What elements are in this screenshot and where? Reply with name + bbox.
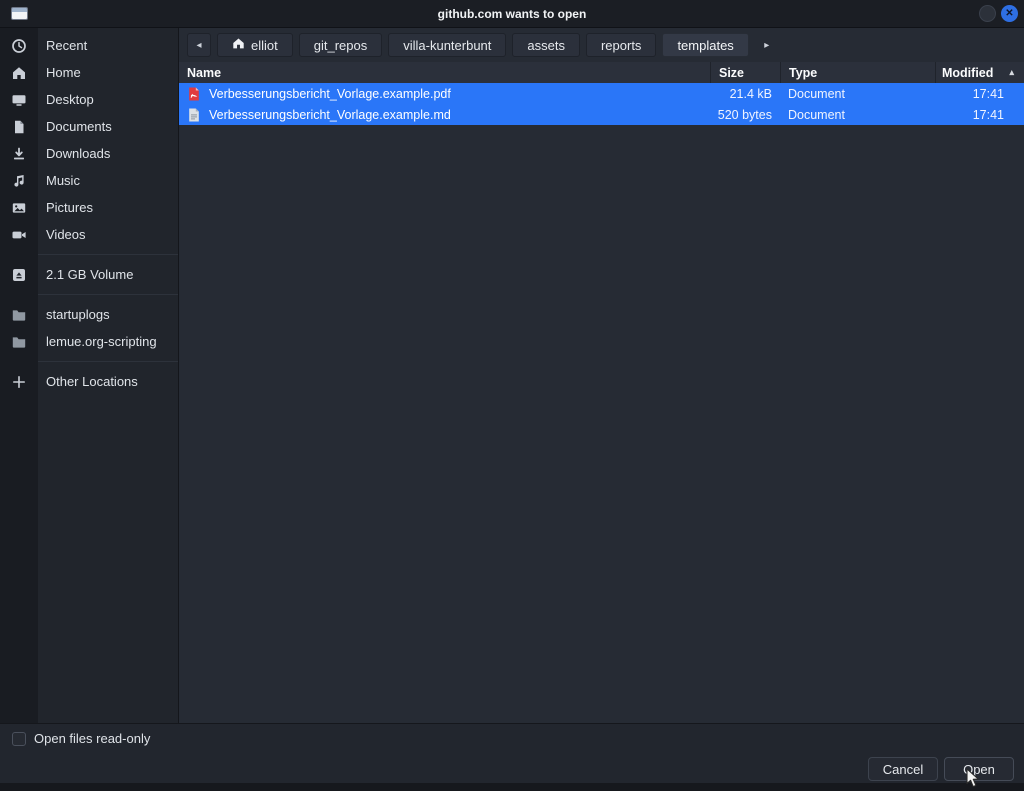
close-icon[interactable]: ✕ [1001, 5, 1018, 22]
sidebar-item-label: lemue.org-scripting [38, 334, 157, 349]
file-size: 520 bytes [710, 108, 780, 122]
path-nav-left-icon[interactable]: ◂ [187, 33, 211, 57]
path-nav-right-icon[interactable]: ▸ [755, 33, 779, 57]
sidebar-item-label: Videos [38, 227, 86, 242]
sidebar-item-other-locations[interactable]: Other Locations [0, 368, 178, 395]
sidebar-item-home[interactable]: Home [0, 59, 178, 86]
file-modified: 17:41 [935, 87, 1024, 101]
folder-icon [0, 307, 38, 323]
document-icon [0, 119, 38, 135]
file-browser: ◂ elliot git_repos villa-kunterbunt asse… [179, 28, 1024, 723]
sidebar-separator [38, 361, 178, 362]
file-type: Document [780, 87, 935, 101]
file-size: 21.4 kB [710, 87, 780, 101]
window-bottom-edge [0, 783, 1024, 791]
breadcrumb-label: assets [527, 38, 565, 53]
sidebar-separator [38, 294, 178, 295]
sidebar-item-recent[interactable]: Recent [0, 32, 178, 59]
sidebar-item-label: Recent [38, 38, 87, 53]
read-only-label: Open files read-only [34, 731, 150, 746]
sidebar-item-documents[interactable]: Documents [0, 113, 178, 140]
minimize-button[interactable] [979, 5, 996, 22]
breadcrumb-label: reports [601, 38, 641, 53]
sidebar-item-label: 2.1 GB Volume [38, 267, 133, 282]
sidebar-item-label: Documents [38, 119, 112, 134]
download-icon [0, 146, 38, 162]
breadcrumb-reports[interactable]: reports [586, 33, 656, 57]
read-only-option[interactable]: Open files read-only [12, 731, 150, 746]
breadcrumb-villa-kunterbunt[interactable]: villa-kunterbunt [388, 33, 506, 57]
breadcrumb-git-repos[interactable]: git_repos [299, 33, 382, 57]
path-bar: ◂ elliot git_repos villa-kunterbunt asse… [179, 28, 1024, 62]
breadcrumb-label: templates [677, 38, 733, 53]
sidebar-item-label: Desktop [38, 92, 94, 107]
file-name: Verbesserungsbericht_Vorlage.example.md [209, 108, 451, 122]
column-header-modified[interactable]: Modified ▴ [935, 62, 1024, 83]
plus-icon [0, 374, 38, 390]
sidebar-item-label: Home [38, 65, 81, 80]
pdf-file-icon [186, 86, 202, 102]
home-icon [232, 37, 245, 53]
sidebar-item-videos[interactable]: Videos [0, 221, 178, 248]
sidebar-item-pictures[interactable]: Pictures [0, 194, 178, 221]
sidebar-item-label: Other Locations [38, 374, 138, 389]
window-title: github.com wants to open [0, 7, 1024, 21]
sidebar-item-volume[interactable]: 2.1 GB Volume [0, 261, 178, 288]
titlebar: github.com wants to open ✕ [0, 0, 1024, 28]
places-sidebar: Recent Home Desktop Documents [0, 28, 179, 723]
sidebar-item-label: startuplogs [38, 307, 110, 322]
file-modified: 17:41 [935, 108, 1024, 122]
cancel-button[interactable]: Cancel [868, 757, 938, 781]
file-name: Verbesserungsbericht_Vorlage.example.pdf [209, 87, 451, 101]
sidebar-item-desktop[interactable]: Desktop [0, 86, 178, 113]
sidebar-separator [38, 254, 178, 255]
markdown-file-icon [186, 107, 202, 123]
clock-icon [0, 38, 38, 54]
file-row-pdf[interactable]: Verbesserungsbericht_Vorlage.example.pdf… [179, 83, 1024, 104]
breadcrumb-assets[interactable]: assets [512, 33, 580, 57]
sidebar-item-label: Downloads [38, 146, 110, 161]
sidebar-item-lemue-org-scripting[interactable]: lemue.org-scripting [0, 328, 178, 355]
column-header-type[interactable]: Type [780, 62, 935, 83]
breadcrumb-label: git_repos [314, 38, 367, 53]
file-row-markdown[interactable]: Verbesserungsbericht_Vorlage.example.md … [179, 104, 1024, 125]
sidebar-item-label: Pictures [38, 200, 93, 215]
file-type: Document [780, 108, 935, 122]
sidebar-item-downloads[interactable]: Downloads [0, 140, 178, 167]
sidebar-item-label: Music [38, 173, 80, 188]
picture-icon [0, 200, 38, 216]
file-list-empty-area[interactable] [179, 125, 1024, 723]
drive-eject-icon [0, 267, 38, 283]
open-button[interactable]: Open [944, 757, 1014, 781]
breadcrumb-label: elliot [251, 38, 278, 53]
dialog-action-area: Open files read-only Cancel Open [0, 723, 1024, 783]
folder-icon [0, 334, 38, 350]
sort-ascending-icon: ▴ [1009, 67, 1014, 78]
sidebar-item-music[interactable]: Music [0, 167, 178, 194]
desktop-icon [0, 92, 38, 108]
column-header-name[interactable]: Name [179, 62, 710, 83]
music-note-icon [0, 173, 38, 189]
breadcrumb-home[interactable]: elliot [217, 33, 293, 57]
sidebar-item-startuplogs[interactable]: startuplogs [0, 301, 178, 328]
file-chooser-dialog: github.com wants to open ✕ Recent Home [0, 0, 1024, 791]
window-icon [11, 7, 28, 20]
breadcrumb-templates[interactable]: templates [662, 33, 748, 57]
list-column-headers: Name Size Type Modified ▴ [179, 62, 1024, 83]
read-only-checkbox[interactable] [12, 732, 26, 746]
home-icon [0, 65, 38, 81]
breadcrumb-label: villa-kunterbunt [403, 38, 491, 53]
video-camera-icon [0, 227, 38, 243]
column-header-size[interactable]: Size [710, 62, 780, 83]
